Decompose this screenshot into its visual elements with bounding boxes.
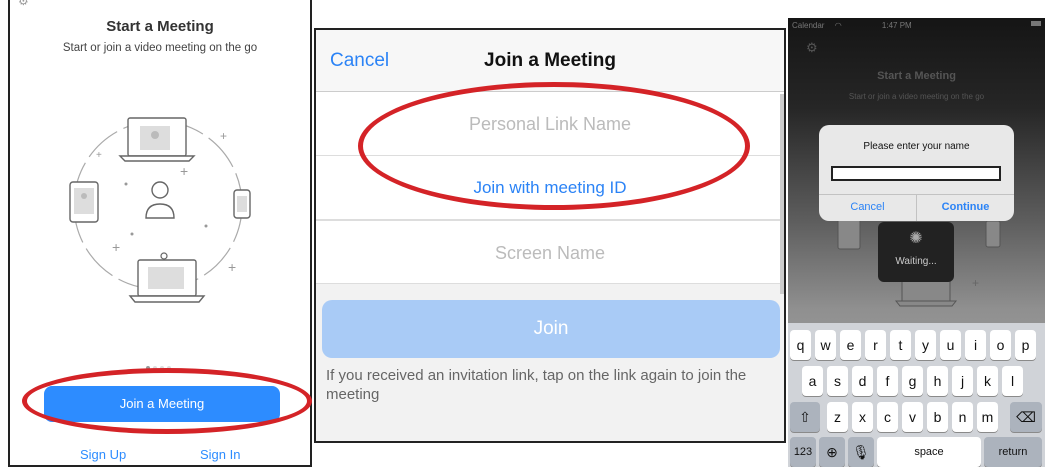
scrollbar[interactable]	[780, 94, 784, 294]
key-c[interactable]: c	[877, 402, 898, 432]
spinner-icon: ✺	[909, 230, 923, 247]
red-highlight-oval	[22, 368, 312, 434]
key-e[interactable]: e	[840, 330, 861, 360]
key-w[interactable]: w	[815, 330, 836, 360]
page-subtitle: Start or join a video meeting on the go	[848, 92, 985, 101]
backspace-key[interactable]: ⌫	[1010, 402, 1042, 432]
name-prompt-screen: Calendar ◠ 1:47 PM ⚙ Start a Meeting Sta…	[788, 18, 1045, 467]
join-meeting-screen: Cancel Join a Meeting Personal Link Name…	[314, 28, 786, 443]
wifi-icon: ◠	[834, 21, 842, 30]
dialog-continue-button[interactable]: Continue	[917, 201, 1014, 213]
key-j[interactable]: j	[952, 366, 973, 396]
key-v[interactable]: v	[902, 402, 923, 432]
key-q[interactable]: q	[790, 330, 811, 360]
join-button[interactable]: Join	[322, 300, 780, 358]
key-n[interactable]: n	[952, 402, 973, 432]
svg-text:+: +	[180, 163, 188, 179]
keyboard: q w e r t y u i o p a s d f g h j k l ⇧ …	[788, 323, 1045, 467]
key-i[interactable]: i	[965, 330, 986, 360]
key-g[interactable]: g	[902, 366, 923, 396]
screen-name-input[interactable]: Screen Name	[316, 220, 784, 284]
page-title: Start a Meeting	[877, 70, 956, 82]
return-key[interactable]: return	[984, 437, 1042, 467]
status-time: 1:47 PM	[881, 21, 912, 30]
key-x[interactable]: x	[852, 402, 873, 432]
settings-icon[interactable]: ⚙	[18, 0, 29, 8]
dialog-prompt: Please enter your name	[863, 141, 970, 152]
status-bar: Calendar ◠ 1:47 PM	[788, 18, 1045, 34]
key-h[interactable]: h	[927, 366, 948, 396]
key-f[interactable]: f	[877, 366, 898, 396]
key-t[interactable]: t	[890, 330, 911, 360]
status-carrier: Calendar	[792, 21, 825, 30]
key-l[interactable]: l	[1002, 366, 1023, 396]
red-highlight-oval	[358, 82, 750, 210]
help-text: If you received an invitation link, tap …	[326, 367, 747, 403]
space-key[interactable]: space	[877, 437, 981, 467]
shift-key[interactable]: ⇧	[790, 402, 820, 432]
svg-text:+: +	[220, 129, 227, 143]
waiting-label: Waiting...	[895, 256, 937, 267]
nav-title: Join a Meeting	[484, 50, 616, 71]
name-dialog: Please enter your name Cancel Continue	[819, 125, 1014, 221]
key-y[interactable]: y	[915, 330, 936, 360]
key-p[interactable]: p	[1015, 330, 1036, 360]
key-b[interactable]: b	[927, 402, 948, 432]
svg-text:+: +	[972, 276, 979, 290]
key-k[interactable]: k	[977, 366, 998, 396]
key-a[interactable]: a	[802, 366, 823, 396]
svg-text:+: +	[112, 239, 120, 255]
key-o[interactable]: o	[990, 330, 1011, 360]
waiting-indicator: ✺ Waiting...	[878, 222, 954, 282]
key-z[interactable]: z	[827, 402, 848, 432]
page-title: Start a Meeting	[106, 18, 214, 35]
sign-up-link[interactable]: Sign Up	[80, 447, 126, 462]
battery-icon	[1031, 21, 1041, 26]
key-u[interactable]: u	[940, 330, 961, 360]
sign-in-link[interactable]: Sign In	[200, 447, 240, 462]
start-meeting-screen: ⚙ Start a Meeting Start or join a video …	[8, 0, 312, 467]
svg-text:+: +	[96, 150, 102, 161]
numbers-key[interactable]: 123	[790, 437, 816, 467]
key-m[interactable]: m	[977, 402, 998, 432]
devices-illustration: + + + + +	[69, 117, 251, 303]
page-subtitle: Start or join a video meeting on the go	[62, 42, 258, 54]
svg-text:+: +	[228, 259, 236, 275]
microphone-icon[interactable]: 🎙︎	[848, 437, 874, 467]
globe-icon[interactable]: ⊕	[819, 437, 845, 467]
name-input[interactable]	[831, 166, 1001, 181]
key-r[interactable]: r	[865, 330, 886, 360]
gear-icon[interactable]: ⚙	[806, 40, 818, 56]
dialog-cancel-button[interactable]: Cancel	[819, 201, 916, 213]
key-s[interactable]: s	[827, 366, 848, 396]
key-d[interactable]: d	[852, 366, 873, 396]
